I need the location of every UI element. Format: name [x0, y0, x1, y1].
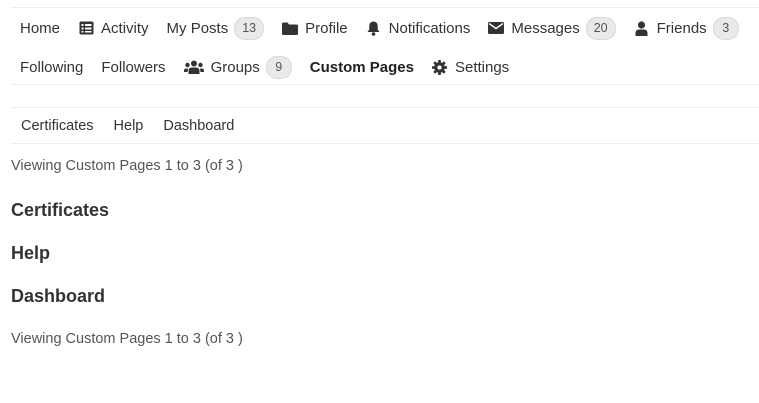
envelope-icon [488, 20, 505, 36]
nav-item-label: Activity [101, 19, 149, 37]
groups-count-badge: 9 [265, 55, 292, 79]
main-nav-row-2: Following Followers Groups 9 Custom Page… [20, 55, 527, 79]
subnav-item-certificates[interactable]: Certificates [21, 118, 94, 134]
folder-icon [282, 20, 299, 36]
nav-item-label: Notifications [388, 19, 471, 37]
pagination-count-top: Viewing Custom Pages 1 to 3 (of 3 ) [11, 158, 243, 174]
activity-list-icon [78, 20, 94, 36]
nav-item-following[interactable]: Following [20, 59, 83, 76]
nav-item-label: Followers [101, 58, 166, 76]
nav-item-notifications[interactable]: Notifications [366, 19, 471, 37]
nav-item-label: Home [20, 19, 61, 37]
nav-item-label: Groups [210, 58, 260, 76]
nav-item-label: Custom Pages [309, 58, 414, 76]
messages-count-badge: 20 [585, 16, 616, 40]
friends-count-badge: 3 [712, 16, 739, 40]
page-title-dashboard[interactable]: Dashboard [11, 284, 109, 327]
nav-item-label: Friends [656, 19, 707, 37]
nav-item-home[interactable]: Home [20, 20, 60, 37]
page-title-certificates[interactable]: Certificates [11, 198, 109, 241]
gear-icon [432, 59, 448, 75]
nav-item-friends[interactable]: Friends 3 [634, 16, 739, 40]
main-nav-row-1: Home Activity My Posts 13 Profile Notifi… [20, 16, 757, 40]
custom-pages-list: Certificates Help Dashboard [11, 198, 109, 327]
pagination-count-bottom: Viewing Custom Pages 1 to 3 (of 3 ) [11, 331, 243, 347]
nav-item-custom-pages[interactable]: Custom Pages [310, 59, 414, 76]
nav-item-label: Messages [511, 19, 580, 37]
nav-item-profile[interactable]: Profile [282, 20, 348, 37]
bell-icon [366, 20, 382, 36]
users-group-icon [183, 59, 204, 75]
nav-item-settings[interactable]: Settings [432, 59, 509, 76]
nav-item-activity[interactable]: Activity [78, 20, 149, 37]
nav-item-label: Settings [454, 58, 510, 76]
nav-item-followers[interactable]: Followers [101, 59, 165, 76]
nav-item-groups[interactable]: Groups 9 [183, 55, 292, 79]
subnav-item-dashboard[interactable]: Dashboard [163, 118, 234, 134]
nav-item-label: Profile [305, 19, 348, 37]
nav-item-label: Following [20, 58, 84, 76]
nav-item-my-posts[interactable]: My Posts 13 [166, 16, 265, 40]
main-navigation: Home Activity My Posts 13 Profile Notifi… [11, 7, 759, 85]
user-icon [634, 20, 650, 36]
custom-pages-subnav: Certificates Help Dashboard [11, 107, 759, 144]
page-title-help[interactable]: Help [11, 241, 109, 284]
nav-item-label: My Posts [166, 19, 229, 37]
my-posts-count-badge: 13 [234, 16, 265, 40]
subnav-item-help[interactable]: Help [114, 118, 144, 134]
nav-item-messages[interactable]: Messages 20 [488, 16, 616, 40]
